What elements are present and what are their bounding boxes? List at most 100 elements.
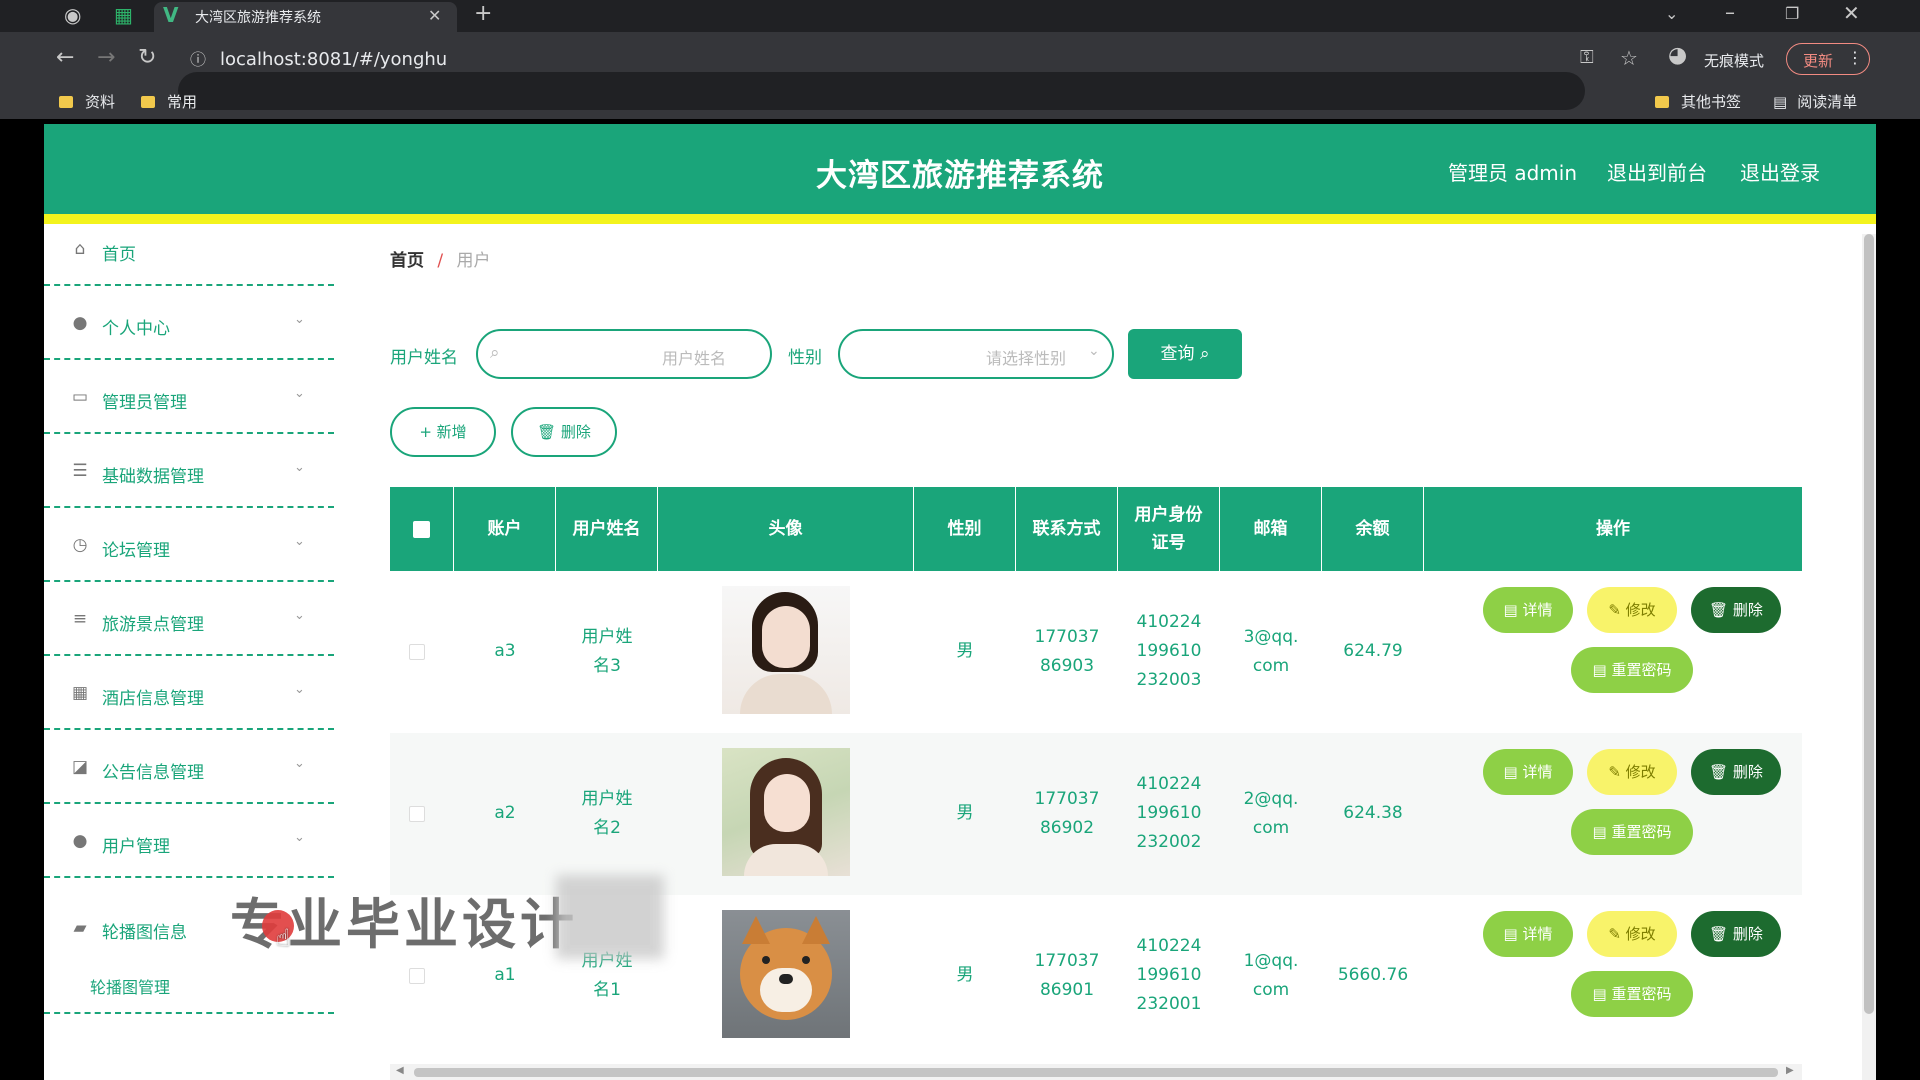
update-button[interactable]: 更新 ⋮ — [1786, 43, 1870, 75]
folder-icon — [59, 96, 73, 108]
query-button[interactable]: 查询 ⌕ — [1128, 329, 1242, 379]
add-button[interactable]: + 新增 — [390, 407, 496, 457]
delete-button[interactable]: 🗑 删除 — [1691, 749, 1781, 795]
chevron-down-icon: ⌄ — [1088, 343, 1100, 359]
incognito-label: 无痕模式 — [1704, 52, 1765, 70]
edit-label: 修改 — [1625, 601, 1656, 619]
scroll-left-icon[interactable]: ◀ — [396, 1065, 404, 1076]
address-bar[interactable] — [178, 72, 1585, 110]
restore-icon[interactable]: ❐ — [1785, 4, 1799, 24]
edit-button[interactable]: ✎ 修改 — [1587, 911, 1677, 957]
edit-button[interactable]: ✎ 修改 — [1587, 749, 1677, 795]
site-info-icon[interactable]: ⓘ — [190, 50, 206, 70]
grid-icon: ▦ — [71, 683, 89, 703]
detail-button[interactable]: ▤ 详情 — [1483, 911, 1573, 957]
column-header-balance: 余额 — [1322, 487, 1424, 571]
bookmark-item[interactable]: 常用 — [141, 91, 197, 112]
name-search-placeholder: 用户姓名 — [662, 349, 727, 368]
detail-button[interactable]: ▤ 详情 — [1483, 749, 1573, 795]
edit-button[interactable]: ✎ 修改 — [1587, 587, 1677, 633]
chevron-down-icon: ⌄ — [294, 534, 305, 549]
column-header-id-card: 用户身份证号 — [1118, 487, 1220, 571]
cell-id-card: 410224199610232001 — [1136, 936, 1202, 1014]
bookmark-star-icon[interactable]: ☆ — [1620, 48, 1638, 68]
breadcrumb-current: 用户 — [456, 251, 491, 271]
batch-delete-button[interactable]: 🗑 删除 — [511, 407, 617, 457]
cell-gender: 男 — [956, 965, 974, 985]
reset-password-button[interactable]: ▤ 重置密码 — [1571, 647, 1693, 693]
sidebar-subitem-carousel-management[interactable]: 轮播图管理 — [90, 974, 170, 998]
reset-password-button[interactable]: ▤ 重置密码 — [1571, 809, 1693, 855]
edit-label: 修改 — [1625, 763, 1656, 781]
vertical-scrollbar[interactable] — [1862, 234, 1876, 1080]
bookmark-item[interactable]: 资料 — [59, 91, 115, 112]
reload-icon[interactable]: ↻ — [138, 47, 156, 69]
key-icon[interactable]: ⚿ — [1580, 48, 1594, 68]
sidebar-item-forum[interactable]: ◷ 论坛管理 ⌄ — [44, 508, 334, 582]
name-search-input[interactable]: ⌕ 用户姓名 — [476, 329, 772, 379]
batch-delete-label: 删除 — [560, 423, 591, 441]
back-to-frontend-link[interactable]: 退出到前台 — [1607, 157, 1707, 186]
cell-name: 用户姓名2 — [581, 789, 633, 838]
card-icon: ▭ — [71, 387, 89, 407]
cursor-hand-icon: ☝ — [276, 924, 291, 952]
close-window-icon[interactable]: ✕ — [1843, 3, 1860, 23]
spreadsheet-tab-icon[interactable]: ▦ — [114, 5, 133, 25]
sidebar-item-users[interactable]: ● 用户管理 ⌄ — [44, 804, 334, 878]
delete-button[interactable]: 🗑 删除 — [1691, 587, 1781, 633]
search-icon: ⌕ — [1199, 344, 1210, 364]
minimize-icon[interactable]: – — [1725, 2, 1735, 22]
tab-search-icon[interactable]: ⌄ — [1665, 4, 1678, 24]
new-tab-icon[interactable]: + — [474, 3, 492, 25]
watermark-blur — [556, 875, 664, 959]
user-icon: ● — [72, 313, 88, 333]
query-button-label: 查询 — [1160, 344, 1195, 364]
more-icon: ⋮ — [1847, 48, 1863, 67]
reading-list[interactable]: ▤ 阅读清单 — [1773, 91, 1857, 112]
select-all-checkbox[interactable] — [413, 520, 430, 538]
close-tab-icon[interactable]: ✕ — [428, 6, 441, 26]
doc-icon: ▤ — [1592, 661, 1612, 679]
folder-icon — [141, 96, 155, 108]
back-icon[interactable]: ← — [56, 47, 74, 69]
chevron-down-icon: ⌄ — [294, 608, 305, 623]
cell-account: a1 — [494, 965, 516, 985]
delete-label: 删除 — [1732, 601, 1763, 619]
delete-button[interactable]: 🗑 删除 — [1691, 911, 1781, 957]
sidebar-item-personal-center[interactable]: ● 个人中心 ⌄ — [44, 286, 334, 360]
row-checkbox[interactable] — [409, 806, 425, 822]
avatar-image — [722, 586, 850, 714]
forward-icon[interactable]: → — [97, 47, 115, 69]
horizontal-scroll-thumb[interactable] — [414, 1068, 1778, 1077]
sidebar-item-admin-management[interactable]: ▭ 管理员管理 ⌄ — [44, 360, 334, 434]
table-row: a3 用户姓名3 男 17703786903 41022419961023200… — [390, 571, 1802, 733]
breadcrumb-home[interactable]: 首页 — [390, 251, 424, 271]
cell-phone: 17703786903 — [1034, 627, 1100, 676]
column-header-gender: 性别 — [914, 487, 1016, 571]
app-title: 大湾区旅游推荐系统 — [816, 158, 1104, 194]
detail-label: 详情 — [1522, 763, 1553, 781]
sidebar-item-home[interactable]: ⌂ 首页 — [44, 212, 334, 286]
sliders-icon: ☰ — [72, 461, 88, 481]
breadcrumb: 首页 / 用户 — [390, 246, 491, 271]
other-bookmarks[interactable]: 其他书签 — [1655, 91, 1741, 112]
gender-select[interactable]: 请选择性别 ⌄ — [838, 329, 1114, 379]
vue-logo-icon: V — [163, 3, 179, 27]
detail-button[interactable]: ▤ 详情 — [1483, 587, 1573, 633]
cell-id-card: 410224199610232002 — [1136, 774, 1202, 852]
row-checkbox[interactable] — [409, 968, 425, 984]
column-header-name: 用户姓名 — [556, 487, 658, 571]
scroll-right-icon[interactable]: ▶ — [1786, 1065, 1794, 1076]
cell-balance: 5660.76 — [1337, 965, 1409, 985]
horizontal-scrollbar[interactable]: ◀ ▶ — [390, 1064, 1802, 1080]
row-checkbox[interactable] — [409, 644, 425, 660]
chrome-menu-icon[interactable]: ◉ — [64, 5, 81, 25]
sidebar-item-attractions[interactable]: ≡ 旅游景点管理 ⌄ — [44, 582, 334, 656]
sidebar-item-announcements[interactable]: ◪ 公告信息管理 ⌄ — [44, 730, 334, 804]
reset-password-button[interactable]: ▤ 重置密码 — [1571, 971, 1693, 1017]
user-icon: ● — [72, 831, 88, 851]
vertical-scroll-thumb[interactable] — [1864, 234, 1874, 1014]
sidebar-item-base-data[interactable]: ☰ 基础数据管理 ⌄ — [44, 434, 334, 508]
sidebar-item-hotels[interactable]: ▦ 酒店信息管理 ⌄ — [44, 656, 334, 730]
logout-link[interactable]: 退出登录 — [1740, 157, 1820, 186]
